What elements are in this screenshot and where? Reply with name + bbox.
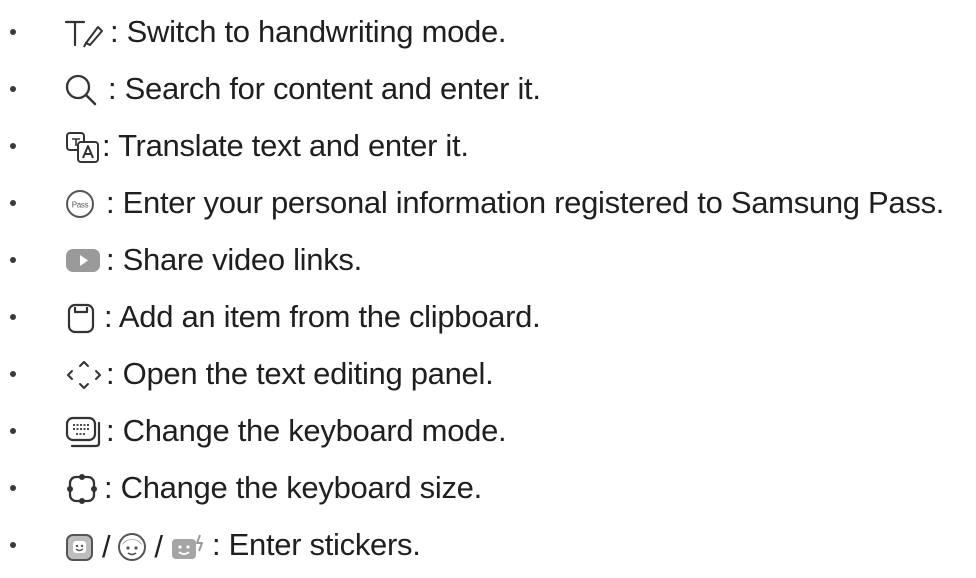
svg-text:Pass: Pass (72, 201, 89, 210)
translate-icon (64, 130, 102, 164)
bullet (10, 257, 16, 263)
item-text: : Search for content and enter it. (108, 71, 541, 106)
search-icon (64, 73, 98, 107)
bullet (10, 29, 16, 35)
video-play-icon (64, 246, 102, 274)
separator: / (102, 529, 111, 564)
keyboard-size-icon (64, 472, 100, 506)
item-text: : Switch to handwriting mode. (110, 14, 507, 49)
bullet (10, 200, 16, 206)
item-text: : Translate text and enter it. (102, 128, 469, 163)
sticker-icon (64, 531, 96, 563)
bullet (10, 143, 16, 149)
bullet (10, 542, 16, 548)
bitmoji-sticker-icon (169, 531, 209, 563)
item-text: : Add an item from the clipboard. (104, 299, 541, 334)
item-text: : Open the text editing panel. (106, 356, 494, 391)
samsung-pass-icon: Pass (64, 188, 98, 220)
item-text: : Enter your personal information regist… (106, 185, 945, 220)
clipboard-icon (64, 301, 98, 335)
bullet (10, 314, 16, 320)
keyboard-mode-icon (64, 415, 104, 449)
text-editing-arrows-icon (64, 358, 104, 392)
item-text: : Share video links. (106, 242, 362, 277)
item-text: : Enter stickers. (212, 527, 421, 562)
item-text: : Change the keyboard mode. (106, 413, 507, 448)
separator: / (154, 529, 163, 564)
handwriting-icon (64, 17, 106, 49)
bullet (10, 86, 16, 92)
bullet (10, 485, 16, 491)
item-text: : Change the keyboard size. (104, 470, 482, 505)
bullet (10, 371, 16, 377)
ar-emoji-icon (116, 531, 148, 563)
bullet (10, 428, 16, 434)
